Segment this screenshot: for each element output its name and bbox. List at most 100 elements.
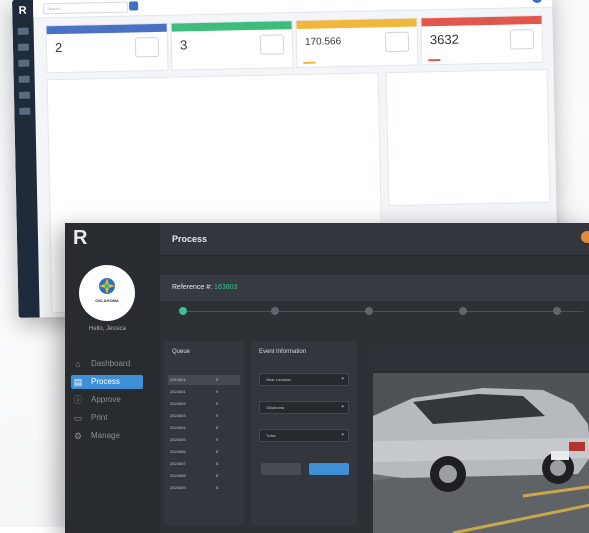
queue-title: Queue bbox=[172, 349, 191, 355]
queue-row-count: 8 bbox=[216, 461, 219, 466]
agency-badge: OKLAHOMA bbox=[79, 265, 135, 321]
agency-name: OKLAHOMA bbox=[95, 298, 119, 303]
queue-row-count: 9 bbox=[216, 377, 219, 382]
stat-card: 3632 bbox=[420, 14, 544, 66]
queue-row-id: 2024001 bbox=[170, 389, 186, 394]
vehicle-photo-image bbox=[373, 346, 589, 533]
reference-value: 163803 bbox=[214, 284, 238, 291]
event-info-title: Event Information bbox=[259, 349, 307, 355]
reference-label: Reference #: bbox=[172, 284, 213, 291]
event-field-value: Near Location bbox=[266, 377, 291, 382]
stat-card-header bbox=[171, 21, 292, 32]
nav-manage-label: Manage bbox=[91, 431, 120, 440]
event-field-select[interactable]: Near Location ▾ bbox=[259, 373, 349, 386]
stat-card-icon bbox=[134, 36, 160, 58]
user-avatar[interactable] bbox=[581, 231, 589, 243]
user-greeting: Hello, Jessica bbox=[88, 326, 126, 332]
dashboard-nav-item[interactable] bbox=[17, 27, 29, 35]
state-value: Oklahoma bbox=[266, 405, 285, 410]
reference-number: Reference #: 163803 bbox=[172, 284, 237, 291]
queue-row-count: 9 bbox=[216, 389, 219, 394]
progress-step[interactable] bbox=[459, 307, 467, 315]
submit-button[interactable] bbox=[309, 463, 349, 475]
vehicle-photo[interactable] bbox=[373, 346, 589, 533]
chevron-down-icon: ▾ bbox=[341, 376, 344, 382]
nav-print-label: Print bbox=[91, 413, 108, 422]
process-sidebar: R OKLAHOMA Hello, Jessica ⌂ Dashboard ▤ … bbox=[65, 223, 160, 533]
home-icon: ⌂ bbox=[75, 359, 81, 369]
state-select[interactable]: Oklahoma ▾ bbox=[259, 401, 349, 414]
stat-card-icon bbox=[509, 29, 535, 50]
queue-row-id: 2024004 bbox=[170, 425, 186, 430]
agency-emblem-icon bbox=[99, 278, 115, 294]
nav-print[interactable]: ▭ Print bbox=[71, 411, 143, 425]
process-logo: R bbox=[73, 227, 88, 249]
stat-card-value: 170.566 bbox=[304, 36, 342, 48]
stat-card-value: 2 bbox=[54, 39, 63, 56]
dashboard-search-button[interactable] bbox=[129, 1, 139, 11]
stat-card-footer bbox=[428, 59, 441, 62]
chevron-down-icon: ▾ bbox=[341, 432, 344, 438]
progress-step[interactable] bbox=[271, 307, 279, 315]
queue-row[interactable]: 2024009 8 bbox=[168, 483, 240, 493]
stat-card-header bbox=[421, 15, 542, 27]
queue-row[interactable]: 2024004 8 bbox=[168, 423, 240, 433]
dashboard-search-input[interactable]: Search... bbox=[43, 1, 129, 15]
queue-row[interactable]: 2024001 9 bbox=[168, 387, 240, 397]
queue-row-id: 2024006 bbox=[170, 449, 186, 454]
progress-step[interactable] bbox=[553, 307, 561, 315]
queue-row[interactable]: 2024007 8 bbox=[168, 459, 240, 469]
queue-row[interactable]: 2024006 8 bbox=[168, 447, 240, 457]
city-select[interactable]: Tulsa ▾ bbox=[259, 429, 349, 442]
progress-steps-line bbox=[183, 311, 583, 312]
queue-row-id: 2024003 bbox=[170, 413, 186, 418]
city-value: Tulsa bbox=[266, 433, 276, 438]
process-icon: ▤ bbox=[73, 377, 83, 387]
dashboard-logo: R bbox=[18, 4, 27, 17]
nav-approve[interactable]: ⓘ Approve bbox=[71, 393, 143, 407]
gear-icon: ⚙ bbox=[73, 431, 83, 441]
progress-step-complete[interactable] bbox=[179, 307, 187, 315]
queue-row[interactable]: 2024008 8 bbox=[168, 471, 240, 481]
nav-process-label: Process bbox=[91, 377, 120, 386]
queue-row-count: 8 bbox=[216, 425, 219, 430]
dashboard-nav-item[interactable] bbox=[18, 59, 30, 67]
nav-dashboard[interactable]: ⌂ Dashboard bbox=[71, 357, 143, 371]
stat-card: 2 bbox=[45, 22, 169, 74]
dashboard-nav-item[interactable] bbox=[19, 107, 31, 115]
print-icon: ▭ bbox=[73, 413, 83, 423]
nav-dashboard-label: Dashboard bbox=[91, 359, 131, 368]
process-topbar: Process bbox=[160, 223, 589, 256]
queue-row-count: 9 bbox=[216, 401, 219, 406]
stat-card-value: 3632 bbox=[429, 31, 459, 48]
stat-card-icon bbox=[259, 34, 285, 55]
queue-row[interactable]: 2024002 9 bbox=[168, 399, 240, 409]
queue-panel: Queue 2014001 9 2024001 9 2024002 9 2024003… bbox=[164, 341, 244, 526]
queue-row[interactable]: 2014001 9 bbox=[168, 375, 240, 385]
queue-row-count: 9 bbox=[216, 437, 219, 442]
queue-row-count: 8 bbox=[216, 485, 219, 490]
queue-row-count: 9 bbox=[216, 413, 219, 418]
cancel-button[interactable] bbox=[261, 463, 301, 475]
stat-card-header bbox=[296, 18, 417, 30]
stat-card-icon bbox=[384, 31, 410, 53]
event-info-panel: Event Information Near Location ▾ Oklahom… bbox=[251, 341, 357, 526]
nav-process[interactable]: ▤ Process bbox=[71, 375, 143, 389]
queue-row-count: 8 bbox=[216, 449, 219, 454]
stat-card: 170.566 bbox=[295, 17, 419, 69]
nav-manage[interactable]: ⚙ Manage bbox=[71, 429, 143, 443]
stat-card-footer bbox=[303, 61, 316, 64]
reference-bar: Reference #: 163803 bbox=[160, 275, 589, 301]
dashboard-nav-item[interactable] bbox=[18, 75, 30, 83]
queue-row[interactable]: 2024003 9 bbox=[168, 411, 240, 421]
stat-card-value: 3 bbox=[179, 37, 188, 53]
dashboard-avatar[interactable] bbox=[531, 0, 543, 4]
queue-row[interactable]: 2024005 9 bbox=[168, 435, 240, 445]
stat-card: 3 bbox=[170, 20, 294, 71]
queue-row-id: 2024008 bbox=[170, 473, 186, 478]
progress-step[interactable] bbox=[365, 307, 373, 315]
dashboard-nav-item[interactable] bbox=[18, 91, 31, 99]
process-window: R OKLAHOMA Hello, Jessica ⌂ Dashboard ▤ … bbox=[65, 223, 589, 533]
queue-row-id: 2024005 bbox=[170, 437, 186, 442]
dashboard-nav-item[interactable] bbox=[17, 43, 30, 51]
